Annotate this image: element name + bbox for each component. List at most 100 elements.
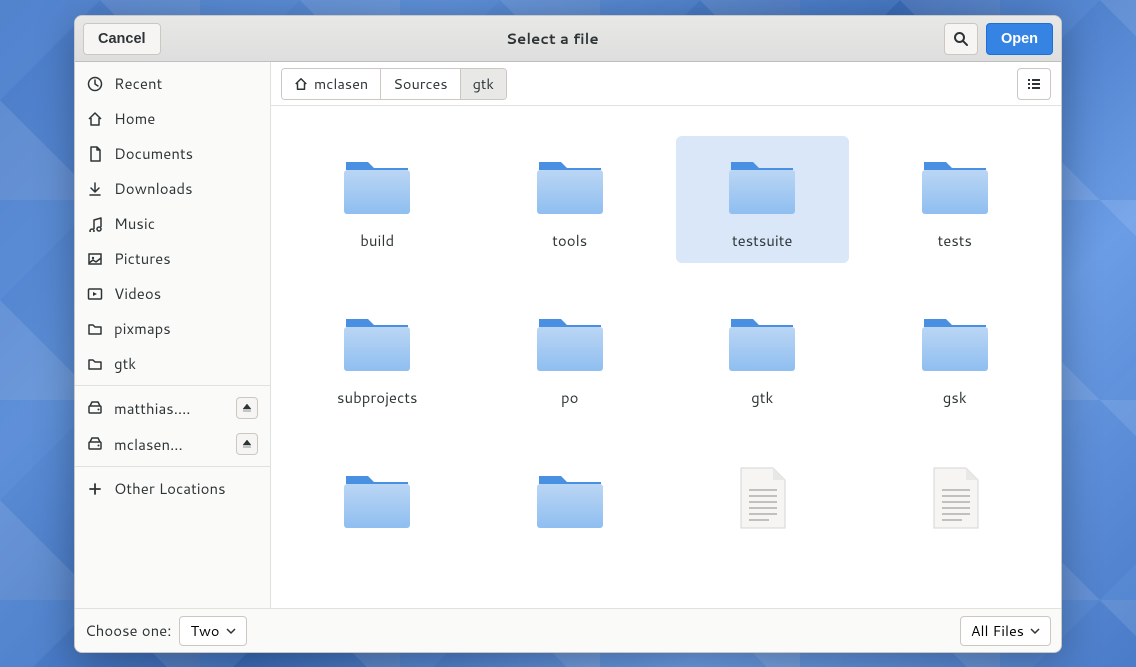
- file-item-unnamed[interactable]: [869, 450, 1042, 556]
- sidebar-separator: [75, 466, 270, 467]
- folder-icon: [87, 321, 103, 337]
- file-item-unnamed[interactable]: [484, 450, 657, 556]
- file-item-build[interactable]: build: [291, 136, 464, 263]
- chevron-down-icon: [1030, 626, 1040, 636]
- file-grid[interactable]: build tools testsuite tests subprojects …: [271, 106, 1061, 608]
- chevron-down-icon: [226, 626, 236, 636]
- sidebar-item-label: Music: [114, 213, 258, 234]
- file-icon: [916, 462, 994, 534]
- dialog-title: Select a file: [169, 28, 936, 49]
- sidebar-item-label: Home: [114, 108, 258, 129]
- sidebar-item-label: pixmaps: [114, 318, 258, 339]
- filter-combo[interactable]: All Files: [960, 616, 1051, 646]
- file-item-gtk[interactable]: gtk: [676, 293, 849, 420]
- sidebar-item-label: Recent: [114, 73, 258, 94]
- sidebar-item-label: Videos: [114, 283, 258, 304]
- list-icon: [1026, 76, 1042, 92]
- folder-icon: [531, 148, 609, 220]
- path-segment-sources[interactable]: Sources: [381, 69, 460, 99]
- path-segment-gtk[interactable]: gtk: [461, 69, 506, 99]
- sidebar-item-gtk[interactable]: gtk: [75, 346, 270, 381]
- sidebar-item-recent[interactable]: Recent: [75, 66, 270, 101]
- footer: Choose one: Two All Files: [75, 608, 1061, 652]
- doc-icon: [87, 146, 103, 162]
- drive-icon: [87, 436, 103, 452]
- file-label: tools: [552, 230, 587, 251]
- sidebar-separator: [75, 385, 270, 386]
- sidebar-item-label: Other Locations: [114, 478, 258, 499]
- sidebar-item-documents[interactable]: Documents: [75, 136, 270, 171]
- clock-icon: [87, 76, 103, 92]
- sidebar: Recent Home Documents Downloads Music Pi…: [75, 62, 271, 608]
- filter-value: All Files: [971, 620, 1024, 641]
- file-item-testsuite[interactable]: testsuite: [676, 136, 849, 263]
- file-label: tests: [938, 230, 972, 251]
- choose-label: Choose one:: [85, 620, 171, 641]
- path-segment-label: Sources: [393, 73, 447, 94]
- cancel-button[interactable]: Cancel: [83, 23, 161, 55]
- view-mode-button[interactable]: [1017, 68, 1051, 100]
- pathbar: mclasen Sources gtk: [271, 62, 1061, 106]
- folder-icon: [338, 462, 416, 534]
- sidebar-item-downloads[interactable]: Downloads: [75, 171, 270, 206]
- sidebar-item-videos[interactable]: Videos: [75, 276, 270, 311]
- path-segment-mclasen[interactable]: mclasen: [282, 69, 381, 99]
- folder-icon: [338, 305, 416, 377]
- sidebar-item-mclasen-[interactable]: mclasen...: [75, 426, 270, 462]
- sidebar-item-label: matthias....: [114, 398, 225, 419]
- plus-icon: [87, 481, 103, 497]
- breadcrumb: mclasen Sources gtk: [281, 68, 507, 100]
- file-item-po[interactable]: po: [484, 293, 657, 420]
- search-icon: [953, 31, 969, 47]
- eject-button[interactable]: [236, 433, 258, 455]
- sidebar-item-pictures[interactable]: Pictures: [75, 241, 270, 276]
- file-label: gsk: [943, 387, 967, 408]
- sidebar-item-label: gtk: [114, 353, 258, 374]
- folder-icon: [531, 305, 609, 377]
- folder-icon: [338, 148, 416, 220]
- sidebar-item-music[interactable]: Music: [75, 206, 270, 241]
- folder-icon: [87, 356, 103, 372]
- drive-icon: [87, 400, 103, 416]
- file-label: subprojects: [337, 387, 417, 408]
- file-item-subprojects[interactable]: subprojects: [291, 293, 464, 420]
- folder-icon: [916, 305, 994, 377]
- file-label: po: [561, 387, 579, 408]
- file-item-unnamed[interactable]: [676, 450, 849, 556]
- file-label: gtk: [751, 387, 773, 408]
- choose-combo[interactable]: Two: [179, 616, 246, 646]
- path-segment-label: gtk: [473, 73, 494, 94]
- sidebar-item-pixmaps[interactable]: pixmaps: [75, 311, 270, 346]
- picture-icon: [87, 251, 103, 267]
- sidebar-item-label: mclasen...: [114, 434, 225, 455]
- file-label: testsuite: [732, 230, 793, 251]
- file-item-tests[interactable]: tests: [869, 136, 1042, 263]
- path-segment-label: mclasen: [314, 73, 368, 94]
- file-chooser-dialog: Cancel Select a file Open Recent Home Do…: [74, 15, 1062, 653]
- sidebar-item-other-locations[interactable]: Other Locations: [75, 471, 270, 506]
- choose-value: Two: [190, 620, 219, 641]
- sidebar-item-label: Documents: [114, 143, 258, 164]
- file-item-tools[interactable]: tools: [484, 136, 657, 263]
- music-icon: [87, 216, 103, 232]
- folder-icon: [723, 305, 801, 377]
- download-icon: [87, 181, 103, 197]
- file-label: build: [360, 230, 394, 251]
- sidebar-item-matthias-[interactable]: matthias....: [75, 390, 270, 426]
- sidebar-item-label: Pictures: [114, 248, 258, 269]
- home-icon: [87, 111, 103, 127]
- home-icon: [294, 77, 308, 91]
- file-icon: [723, 462, 801, 534]
- folder-icon: [723, 148, 801, 220]
- search-button[interactable]: [944, 23, 978, 55]
- file-item-unnamed[interactable]: [291, 450, 464, 556]
- file-item-gsk[interactable]: gsk: [869, 293, 1042, 420]
- video-icon: [87, 286, 103, 302]
- folder-icon: [531, 462, 609, 534]
- open-button[interactable]: Open: [986, 23, 1053, 55]
- titlebar: Cancel Select a file Open: [75, 16, 1061, 62]
- sidebar-item-label: Downloads: [114, 178, 258, 199]
- eject-button[interactable]: [236, 397, 258, 419]
- sidebar-item-home[interactable]: Home: [75, 101, 270, 136]
- folder-icon: [916, 148, 994, 220]
